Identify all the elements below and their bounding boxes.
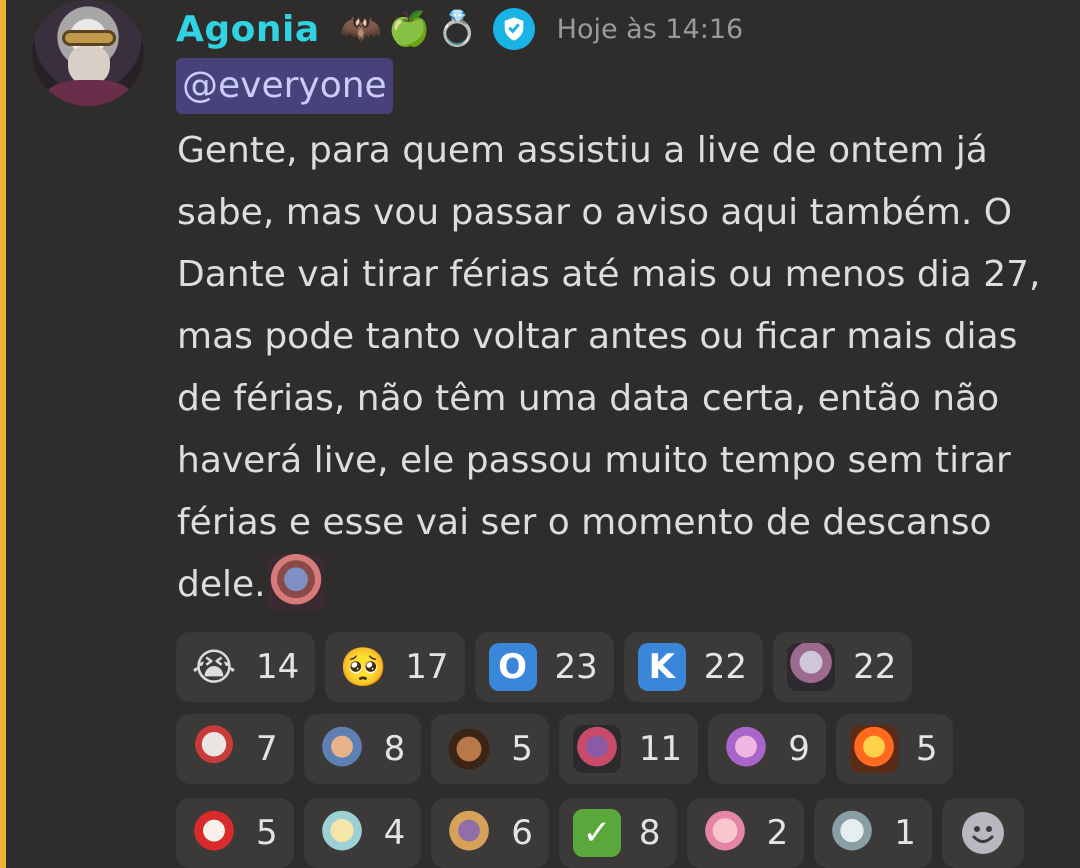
custom-emote-icon [445,725,494,773]
custom-emote-icon [267,554,324,610]
reaction-custom-emote[interactable]: 1 [814,798,932,868]
reaction-count: 9 [788,729,810,769]
reactions-row-3: 5 4 6 ✓ 8 2 1 [176,798,1024,868]
message-content: Gente, para quem assistiu a live de onte… [177,120,1057,616]
loudly-crying-face-icon: 😭 [191,645,237,689]
reaction-custom-emote[interactable]: 22 [773,632,913,702]
reaction-count: 22 [703,647,748,687]
username[interactable]: Agonia [176,9,320,50]
reaction-count: 5 [511,729,533,769]
reaction-loudly-crying[interactable]: 😭 14 [176,632,316,702]
reaction-count: 5 [256,813,278,853]
reaction-custom-emote[interactable]: 5 [431,714,549,784]
add-reaction-button[interactable] [941,798,1024,868]
reaction-custom-emote[interactable]: 5 [835,714,954,784]
reaction-letter-k[interactable]: K 22 [623,632,764,702]
reaction-count: 5 [915,729,938,769]
verified-shield-icon[interactable] [492,8,535,50]
smiley-face-icon [961,812,1004,854]
reaction-custom-emote[interactable]: 6 [431,798,549,868]
reaction-count: 6 [511,813,533,853]
custom-emote-icon [317,809,366,857]
reaction-count: 2 [766,813,789,853]
letter-k-icon: K [637,643,686,691]
reaction-check-mark[interactable]: ✓ 8 [558,798,677,868]
message-text: Gente, para quem assistiu a live de onte… [177,130,1041,605]
reaction-count: 8 [638,813,661,853]
green-apple-icon: 🍏 [387,9,431,49]
message-header: Agonia 🦇 🍏 💍 Hoje às 14:16 [176,6,743,52]
timestamp: Hoje às 14:16 [556,13,744,45]
custom-emote-icon [572,725,621,773]
custom-emote-icon [849,725,898,773]
custom-emote-icon [828,809,877,857]
reaction-count: 17 [405,647,449,687]
reaction-letter-o[interactable]: O 23 [474,632,614,702]
custom-emote-icon [190,725,238,773]
reaction-count: 11 [638,729,683,769]
reaction-pleading[interactable]: 🥺 17 [325,632,465,702]
reaction-count: 4 [383,813,406,853]
custom-emote-icon [190,809,238,857]
ring-icon: 💍 [436,9,479,49]
custom-emote-icon [700,809,749,857]
reaction-custom-emote[interactable]: 2 [686,798,805,868]
reaction-custom-emote[interactable]: 11 [558,714,699,784]
reaction-count: 1 [894,813,916,853]
custom-emote-icon [722,725,771,773]
reaction-custom-emote[interactable]: 5 [176,798,294,868]
reaction-custom-emote[interactable]: 4 [303,798,422,868]
custom-emote-icon [787,643,836,691]
everyone-mention[interactable]: @everyone [176,58,393,114]
bat-icon: 🦇 [339,9,382,49]
pleading-face-icon: 🥺 [339,645,387,689]
letter-o-icon: O [488,643,537,691]
custom-emote-icon [317,725,366,773]
reaction-custom-emote[interactable]: 8 [303,714,422,784]
avatar[interactable] [32,0,144,106]
reaction-count: 22 [853,647,897,687]
reactions-row-2: 7 8 5 11 9 5 [176,714,963,784]
reaction-count: 23 [554,647,598,687]
reaction-count: 8 [383,729,406,769]
reactions-row-1: 😭 14 🥺 17 O 23 K 22 22 [176,632,922,702]
check-mark-icon: ✓ [572,809,621,857]
reaction-custom-emote[interactable]: 9 [708,714,826,784]
reaction-count: 7 [256,729,278,769]
reaction-custom-emote[interactable]: 7 [176,714,294,784]
reaction-count: 14 [256,647,300,687]
custom-emote-icon [445,809,494,857]
